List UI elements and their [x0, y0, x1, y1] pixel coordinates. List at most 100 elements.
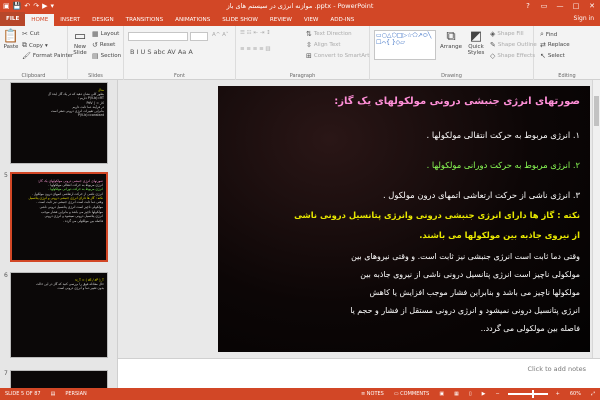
notes-placeholder[interactable]: Click to add notes — [528, 365, 586, 373]
slide-title[interactable]: صورتهای انرژی جنبشی درونی مولکولهای یک گ… — [226, 96, 580, 107]
current-slide[interactable]: صورتهای انرژی جنبشی درونی مولکولهای یک گ… — [218, 86, 590, 352]
help-button[interactable]: ? — [520, 0, 536, 12]
shape-fill-button[interactable]: ◈ Shape Fill — [490, 30, 524, 38]
powerpoint-icon: ▣ — [3, 2, 10, 10]
maximize-button[interactable]: □ — [568, 0, 584, 12]
tab-slide-show[interactable]: SLIDE SHOW — [216, 14, 264, 26]
slide-body-line[interactable]: مولکولی ناچیز است انرژی پتانسیل درونی نا… — [226, 270, 580, 279]
font-size-box[interactable] — [190, 32, 208, 41]
slideshow-view-icon[interactable]: ▶ — [477, 388, 491, 400]
tab-home[interactable]: HOME — [25, 14, 55, 26]
text-direction-button[interactable]: ⇅ Text Direction — [306, 30, 352, 38]
language-indicator[interactable]: PERSIAN — [60, 388, 91, 400]
replace-button[interactable]: ⇄ Replace — [540, 41, 570, 49]
new-slide-icon: ▭ — [73, 29, 87, 44]
align-text-button[interactable]: ⇳ Align Text — [306, 41, 341, 49]
arrange-button[interactable]: ⧉ Arrange — [440, 29, 462, 50]
fit-to-window-icon[interactable]: ⤢ — [586, 388, 600, 400]
convert-smartart-button[interactable]: ⊞ Convert to SmartArt — [306, 52, 369, 60]
bullets-icon[interactable]: ☰ ☷ ⇤ ⇥ ↕ — [240, 30, 271, 36]
redo-icon[interactable]: ↷ — [33, 0, 39, 12]
reset-icon: ↺ — [92, 41, 98, 49]
effects-icon: ◇ — [490, 52, 496, 60]
shapes-gallery[interactable]: ▭○△⬡□▷☆⬠↗⬭╲☐⌒{ }◇▱ — [374, 30, 436, 60]
reset-button[interactable]: ↺ Reset — [92, 41, 115, 49]
cut-label: Cut — [29, 31, 40, 37]
notes-toggle-button[interactable]: ≡ NOTES — [356, 388, 389, 400]
spelling-icon[interactable]: ▤ — [46, 388, 61, 400]
save-icon[interactable]: 💾 — [13, 0, 22, 12]
customize-icon[interactable]: ▾ — [50, 0, 54, 12]
vertical-scrollbar[interactable] — [592, 80, 600, 358]
align-text-label: Align Text — [313, 42, 341, 48]
slide-thumbnail-7[interactable] — [10, 370, 108, 388]
sign-in-link[interactable]: Sign in — [574, 12, 600, 26]
new-slide-label: New Slide — [73, 44, 87, 56]
zoom-in-icon[interactable]: + — [551, 388, 565, 400]
ribbon-display-button[interactable]: ▭ — [536, 0, 552, 12]
slide-body-line[interactable]: فاصله بین مولکولی می گردد.. — [226, 324, 580, 333]
tab-review[interactable]: REVIEW — [264, 14, 298, 26]
quick-styles-button[interactable]: ◩ Quick Styles — [464, 29, 488, 56]
slide-thumbnail-5[interactable]: صورتهای انرژی جنبشی درونی مولکولهای یک گ… — [10, 172, 108, 262]
minimize-button[interactable]: — — [552, 0, 568, 12]
slide-note-line-1[interactable]: نکته : گاز ها دارای انرژی جنبشی درونی وا… — [226, 210, 580, 220]
tab-view[interactable]: VIEW — [298, 14, 325, 26]
zoom-level[interactable]: 60% — [565, 388, 586, 400]
font-name-box[interactable] — [128, 32, 188, 41]
slide-thumbnail-6[interactable]: u_T = ( ∂E / ∂P )_T حال معادله فوق را برر… — [10, 272, 108, 358]
close-button[interactable]: ✕ — [584, 0, 600, 12]
select-button[interactable]: ↖ Select — [540, 52, 565, 60]
tab-design[interactable]: DESIGN — [86, 14, 120, 26]
slide-item-3[interactable]: ۳. انرژی ناشی از حرکت ارتعاشی اتمهای درو… — [226, 190, 580, 200]
layout-button[interactable]: ▦ Layout — [92, 30, 119, 38]
slide-body-line[interactable]: وقتی دما ثابت است انرژی جنبشی نیز ثابت ا… — [226, 252, 580, 261]
slide-item-1[interactable]: ۱. انرژی مربوط به حرکت انتقالی مولکولها … — [226, 130, 580, 140]
reading-view-icon[interactable]: ▯ — [464, 388, 477, 400]
editing-group: ⌕ Find ⇄ Replace ↖ Select Editing — [534, 26, 600, 80]
align-icons[interactable]: ≡ ≡ ≡ ≡ ▥ — [240, 46, 271, 52]
slide-body-line[interactable]: انرژی پتانسیل درونی نمیشود و انرژی درونی… — [226, 306, 580, 315]
new-slide-button[interactable]: ▭ New Slide — [70, 29, 90, 56]
find-button[interactable]: ⌕ Find — [540, 30, 557, 39]
format-painter-button[interactable]: 🖌 Format Painter — [22, 52, 73, 60]
grow-font-icon[interactable]: A^ A˅ — [212, 32, 229, 38]
slide-note-line-2[interactable]: از نیروی جاذبه بین مولکولها می باشند. — [226, 230, 580, 240]
layout-icon: ▦ — [92, 30, 99, 38]
slide-sorter-icon[interactable]: ▦ — [449, 388, 464, 400]
quick-styles-label: Quick Styles — [467, 44, 485, 56]
normal-view-icon[interactable]: ▣ — [434, 388, 449, 400]
tab-insert[interactable]: INSERT — [54, 14, 86, 26]
tab-add-ins[interactable]: ADD-INS — [324, 14, 360, 26]
slide-item-2[interactable]: ۲. انرژی مربوط به حرکت دورانی مولکولها . — [226, 160, 580, 170]
zoom-out-icon[interactable]: − — [490, 388, 504, 400]
tab-file[interactable]: FILE — [0, 12, 26, 26]
paintbrush-icon: 🖌 — [22, 52, 31, 60]
tab-animations[interactable]: ANIMATIONS — [169, 14, 216, 26]
shape-effects-button[interactable]: ◇ Shape Effects — [490, 52, 535, 60]
smartart-icon: ⊞ — [306, 52, 312, 60]
slide-thumbnail-pane[interactable]: مثال بطور کلی نشان دهید که در یک گاز ایده… — [0, 80, 118, 388]
slide-thumbnail-4[interactable]: مثال بطور کلی نشان دهید که در یک گاز ایده… — [10, 82, 108, 164]
title-bar: ▣ 💾 ↶ ↷ ▶ ▾ موازنه انرژی در سیستم های با… — [0, 0, 600, 12]
comments-toggle-button[interactable]: ▭ COMMENTS — [389, 388, 435, 400]
undo-icon[interactable]: ↶ — [24, 0, 30, 12]
section-button[interactable]: ▤ Section — [92, 52, 121, 60]
quick-access-toolbar: ▣ 💾 ↶ ↷ ▶ ▾ — [0, 0, 54, 12]
paste-button[interactable]: 📋 Paste — [2, 29, 20, 50]
shape-outline-button[interactable]: ✎ Shape Outline — [490, 41, 537, 49]
quick-styles-icon: ◩ — [469, 29, 483, 44]
font-format-buttons[interactable]: B I U S abc AV Aa A — [130, 48, 193, 56]
copy-button[interactable]: ⧉ Copy ▾ — [22, 41, 48, 50]
notes-pane[interactable]: Click to add notes — [118, 358, 600, 388]
cut-button[interactable]: ✂ Cut — [22, 30, 39, 38]
tab-transitions[interactable]: TRANSITIONS — [120, 14, 170, 26]
start-slideshow-icon[interactable]: ▶ — [42, 0, 47, 12]
zoom-slider[interactable] — [507, 390, 548, 398]
arrange-icon: ⧉ — [446, 29, 456, 44]
slide-body-line[interactable]: مولکولها ناچیز می باشد و بنابراین فشار م… — [226, 288, 580, 297]
select-label: Select — [547, 53, 565, 59]
slide-counter: SLIDE 5 OF 87 — [5, 391, 41, 397]
scrollbar-thumb[interactable] — [594, 96, 599, 126]
notes-toggle-label: NOTES — [366, 391, 384, 397]
